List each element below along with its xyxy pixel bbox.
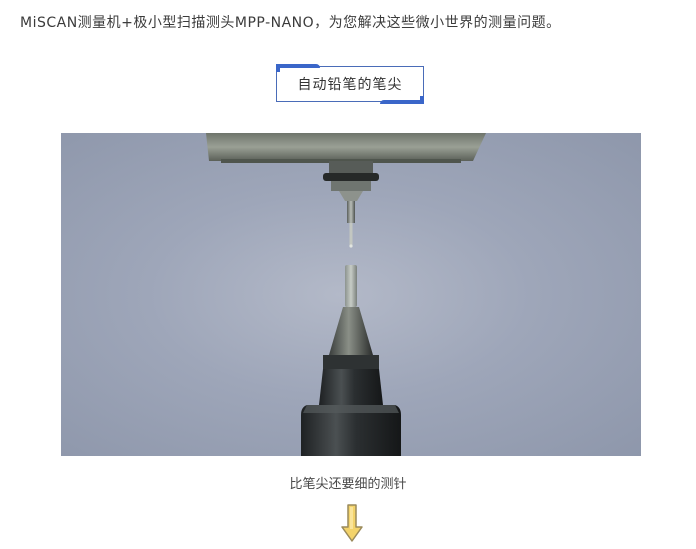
probe-body <box>329 161 373 173</box>
intro-paragraph: MiSCAN测量机+极小型扫描测头MPP-NANO，为您解决这些微小世界的测量问… <box>20 15 561 31</box>
article-page: MiSCAN测量机+极小型扫描测头MPP-NANO，为您解决这些微小世界的测量问… <box>0 0 696 549</box>
pencil-tip-cone <box>329 307 373 355</box>
pencil-barrel-highlight <box>303 405 399 413</box>
pencil-barrel-upper <box>319 369 383 405</box>
probe-clamp-ring <box>323 173 379 181</box>
pencil-collar <box>323 355 379 369</box>
section-title-box: 自动铅笔的笔尖 <box>276 64 424 104</box>
section-title: 自动铅笔的笔尖 <box>297 77 403 93</box>
stylus-shaft <box>347 201 355 223</box>
title-corner-accent-top <box>276 64 320 72</box>
product-photo <box>61 133 641 456</box>
probe-collar <box>331 181 371 191</box>
probe-head-plate <box>206 133 486 161</box>
title-corner-accent-bottom <box>380 96 424 104</box>
pencil-lead <box>345 265 357 307</box>
stylus-ball-tip <box>349 244 353 248</box>
down-arrow-icon <box>340 503 364 543</box>
stylus-needle <box>349 223 353 245</box>
photo-caption: 比笔尖还要细的测针 <box>289 477 407 492</box>
probe-illustration <box>206 133 486 456</box>
probe-taper <box>339 191 363 201</box>
